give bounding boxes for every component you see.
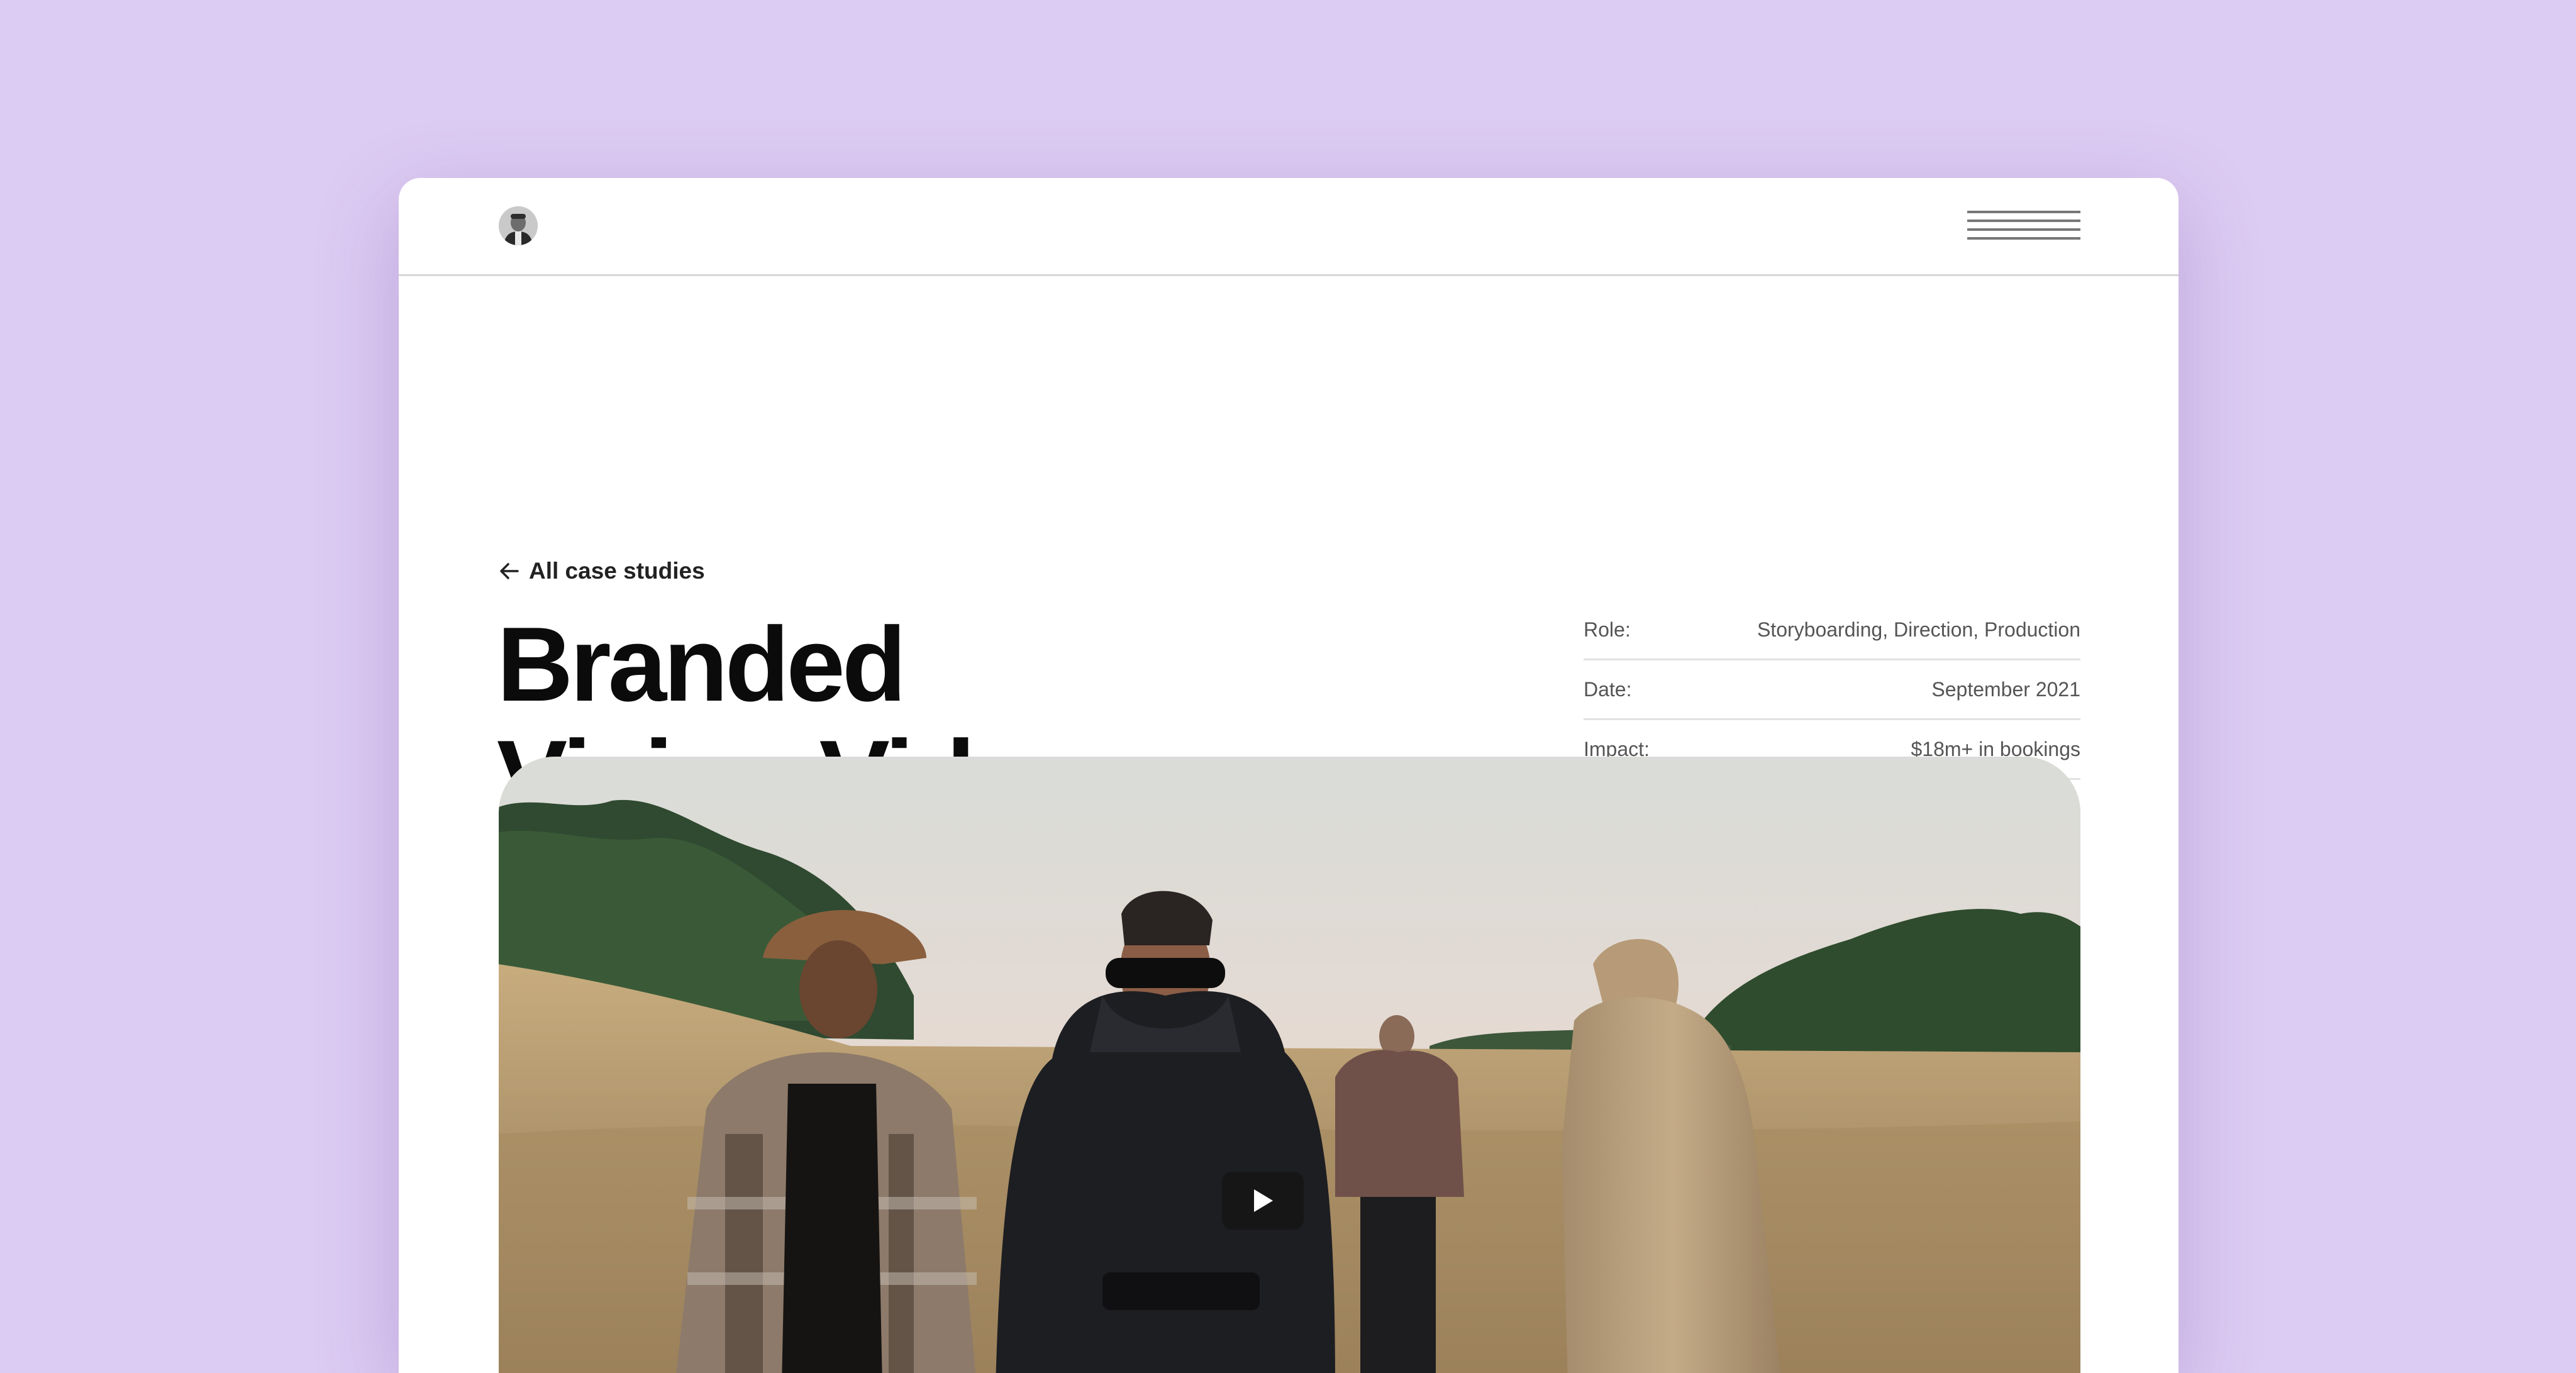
arrow-left-icon [500, 563, 519, 579]
project-meta-table: Role: Storyboarding, Direction, Producti… [1584, 601, 2080, 780]
hamburger-menu-icon [1967, 211, 2080, 213]
hamburger-line [1967, 220, 2080, 222]
page-title-line-1: Branded [497, 605, 906, 723]
play-button[interactable] [1222, 1172, 1304, 1230]
video-player[interactable] [499, 757, 2080, 1373]
back-link-label: All case studies [529, 558, 705, 584]
top-nav-bar [399, 178, 2179, 276]
back-to-case-studies-link[interactable]: All case studies [499, 558, 705, 584]
avatar[interactable] [499, 206, 538, 245]
hamburger-line [1967, 228, 2080, 231]
menu-button[interactable] [1967, 211, 2080, 241]
profile-avatar-icon [499, 206, 538, 245]
meta-label: Date: [1584, 677, 1632, 701]
hamburger-line [1967, 237, 2080, 240]
play-icon [1254, 1189, 1273, 1212]
page-window: All case studies Branded Vision Videos R… [399, 178, 2179, 1373]
meta-label: Role: [1584, 618, 1631, 641]
video-frame-image [499, 757, 2080, 1373]
meta-value: Storyboarding, Direction, Production [1757, 618, 2080, 641]
meta-row-date: Date: September 2021 [1584, 660, 2080, 720]
meta-value: September 2021 [1931, 677, 2080, 701]
meta-row-role: Role: Storyboarding, Direction, Producti… [1584, 601, 2080, 660]
